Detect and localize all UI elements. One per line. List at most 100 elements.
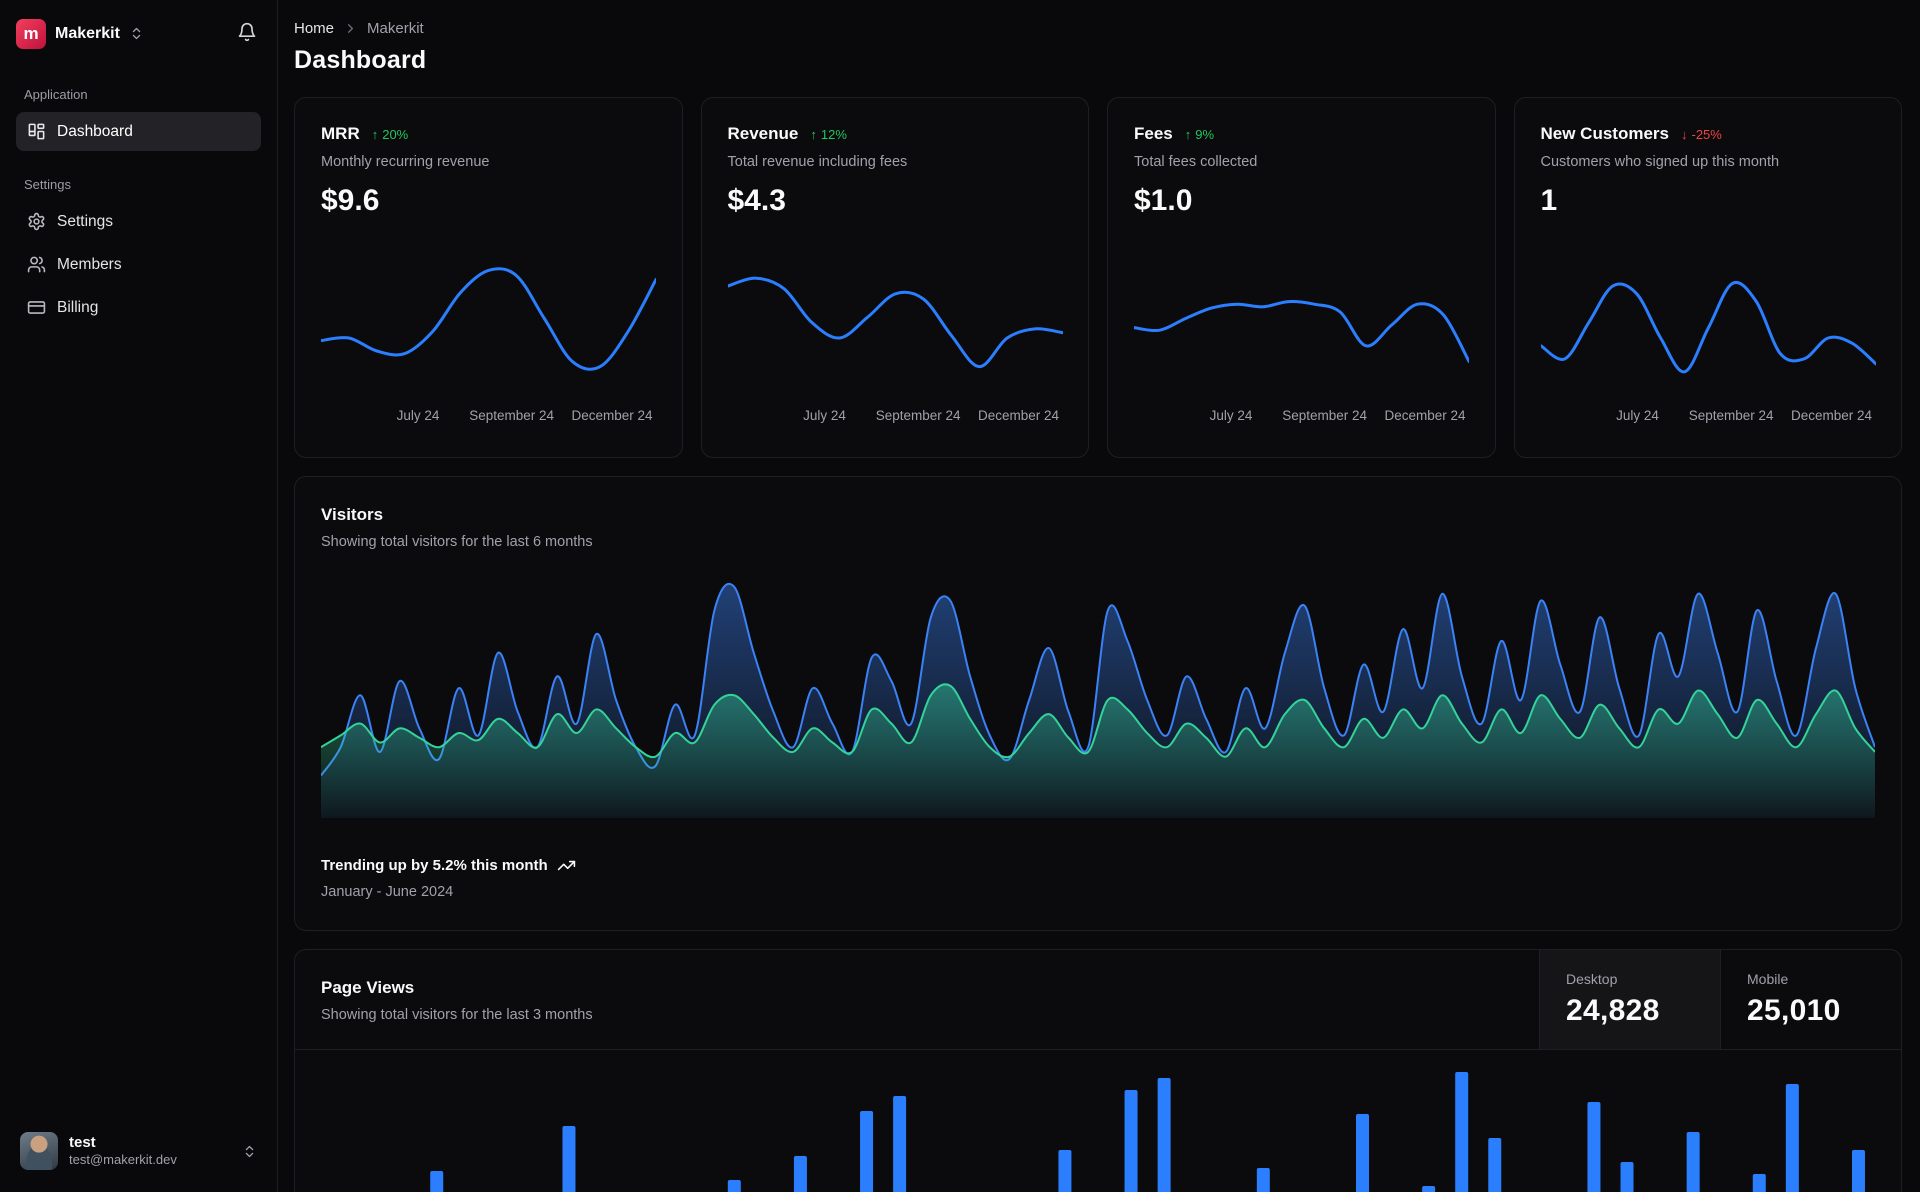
sidebar-item-settings[interactable]: Settings (16, 202, 261, 241)
user-avatar (20, 1132, 58, 1170)
desktop-value: 24,828 (1566, 994, 1694, 1028)
x-tick: December 24 (1384, 408, 1465, 423)
x-tick: December 24 (571, 408, 652, 423)
toggle-desktop[interactable]: Desktop 24,828 (1539, 950, 1720, 1049)
chevrons-up-down-icon (129, 26, 144, 41)
x-tick: July 24 (1616, 408, 1659, 423)
stat-subtitle: Total revenue including fees (728, 154, 1063, 170)
stat-subtitle: Total fees collected (1134, 154, 1469, 170)
stat-value: $9.6 (321, 184, 656, 218)
notifications-button[interactable] (233, 18, 261, 49)
arrow-down-icon: ↓ (1681, 127, 1688, 142)
revenue-sparkline-chart (728, 254, 1063, 396)
sidebar: m Makerkit Application Dashboard Setting… (0, 0, 278, 1192)
stat-card-new-customers: New Customers ↓-25% Customers who signed… (1514, 97, 1903, 458)
mobile-label: Mobile (1747, 971, 1875, 987)
x-axis-labels: July 24 September 24 December 24 (1541, 408, 1876, 426)
x-axis-labels: July 24 September 24 December 24 (728, 408, 1063, 426)
sidebar-item-members[interactable]: Members (16, 245, 261, 284)
stat-value: $1.0 (1134, 184, 1469, 218)
breadcrumb: Home Makerkit (294, 20, 1902, 37)
x-tick: July 24 (397, 408, 440, 423)
user-name: test (69, 1134, 177, 1153)
desktop-label: Desktop (1566, 971, 1694, 987)
stat-subtitle: Monthly recurring revenue (321, 154, 656, 170)
main-content: Home Makerkit Dashboard MRR ↑20% Monthly… (278, 0, 1920, 1192)
trend-badge: ↑ 12% (810, 127, 847, 142)
logo-letter: m (23, 24, 38, 44)
page-views-bar-chart (321, 1066, 1875, 1192)
trend-badge: ↓-25% (1681, 127, 1722, 142)
section-label-application: Application (24, 87, 253, 102)
sidebar-item-billing[interactable]: Billing (16, 288, 261, 327)
page-title: Dashboard (294, 46, 1902, 75)
breadcrumb-home-link[interactable]: Home (294, 20, 334, 37)
x-tick: September 24 (1282, 408, 1367, 423)
stat-card-mrr: MRR ↑20% Monthly recurring revenue $9.6 … (294, 97, 683, 458)
stat-value: 1 (1541, 184, 1876, 218)
sidebar-item-dashboard[interactable]: Dashboard (16, 112, 261, 151)
stat-cards-row: MRR ↑20% Monthly recurring revenue $9.6 … (294, 97, 1902, 458)
makerkit-logo: m (16, 19, 46, 49)
x-axis-labels: July 24 September 24 December 24 (321, 408, 656, 426)
visitors-trend-text: Trending up by 5.2% this month (321, 857, 548, 874)
toggle-mobile[interactable]: Mobile 25,010 (1720, 950, 1901, 1049)
sidebar-header: m Makerkit (16, 18, 261, 49)
x-tick: September 24 (876, 408, 961, 423)
stat-subtitle: Customers who signed up this month (1541, 154, 1876, 170)
chevrons-up-down-icon (242, 1144, 257, 1159)
user-email: test@makerkit.dev (69, 1152, 177, 1168)
x-tick: July 24 (1210, 408, 1253, 423)
stat-value: $4.3 (728, 184, 1063, 218)
arrow-up-icon: ↑ (372, 127, 379, 142)
stat-title: Revenue (728, 124, 799, 144)
trend-badge: ↑20% (372, 127, 409, 142)
stat-card-revenue: Revenue ↑ 12% Total revenue including fee… (701, 97, 1090, 458)
stat-title: Fees (1134, 124, 1173, 144)
trend-value: 9% (1195, 127, 1214, 142)
x-tick: December 24 (1791, 408, 1872, 423)
stat-card-fees: Fees ↑9% Total fees collected $1.0 July … (1107, 97, 1496, 458)
trend-badge: ↑9% (1185, 127, 1214, 142)
visitors-card: Visitors Showing total visitors for the … (294, 476, 1902, 931)
x-tick: September 24 (1689, 408, 1774, 423)
sidebar-item-label: Settings (57, 213, 113, 231)
page-views-card: Page Views Showing total visitors for th… (294, 949, 1902, 1192)
x-tick: September 24 (469, 408, 554, 423)
visitors-footer: Trending up by 5.2% this month (321, 856, 1875, 875)
sidebar-item-label: Dashboard (57, 123, 133, 141)
mrr-sparkline-chart (321, 254, 656, 396)
users-icon (27, 255, 46, 274)
arrow-up-icon: ↑ (1185, 127, 1192, 142)
visitors-date-range: January - June 2024 (321, 884, 1875, 900)
chevron-right-icon (343, 21, 358, 36)
sidebar-item-label: Billing (57, 299, 98, 317)
workspace-selector[interactable]: m Makerkit (16, 19, 144, 49)
page-views-subtitle: Showing total visitors for the last 3 mo… (321, 1007, 1513, 1023)
x-tick: July 24 (803, 408, 846, 423)
visitors-subtitle: Showing total visitors for the last 6 mo… (321, 534, 1875, 550)
arrow-up-icon: ↑ (810, 127, 817, 142)
sidebar-item-label: Members (57, 256, 122, 274)
visitors-title: Visitors (321, 505, 1875, 525)
user-menu[interactable]: test test@makerkit.dev (16, 1126, 261, 1176)
x-tick: December 24 (978, 408, 1059, 423)
gear-icon (27, 212, 46, 231)
trending-up-icon (557, 856, 576, 875)
breadcrumb-current: Makerkit (367, 20, 424, 37)
trend-value: 12% (821, 127, 847, 142)
page-views-title: Page Views (321, 978, 1513, 998)
x-axis-labels: July 24 September 24 December 24 (1134, 408, 1469, 426)
page-views-header: Page Views Showing total visitors for th… (295, 950, 1901, 1050)
new-customers-sparkline-chart (1541, 254, 1876, 396)
stat-title: New Customers (1541, 124, 1669, 144)
workspace-name: Makerkit (55, 25, 120, 43)
stat-title: MRR (321, 124, 360, 144)
trend-value: 20% (382, 127, 408, 142)
visitors-area-chart (321, 578, 1875, 818)
trend-value: -25% (1691, 127, 1721, 142)
mobile-value: 25,010 (1747, 994, 1875, 1028)
layout-dashboard-icon (27, 122, 46, 141)
bell-icon (237, 22, 257, 42)
credit-card-icon (27, 298, 46, 317)
